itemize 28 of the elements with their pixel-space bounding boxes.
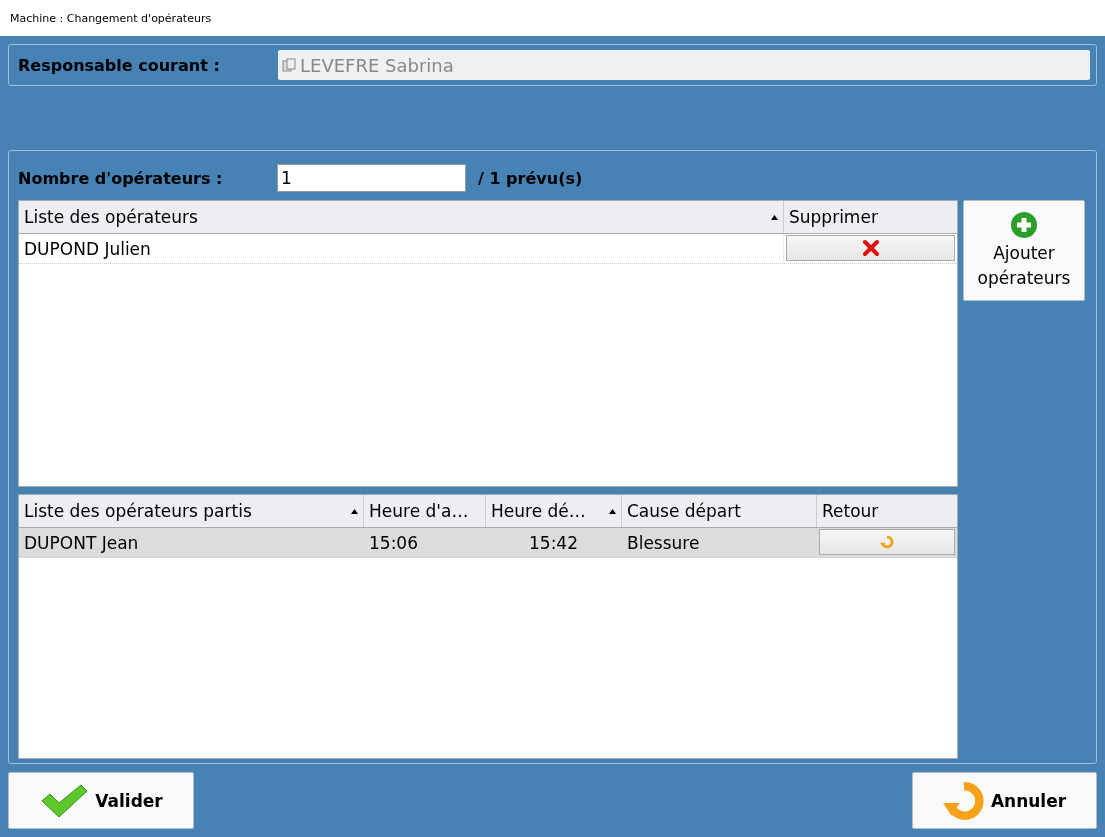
- delete-button[interactable]: [786, 235, 955, 261]
- operator-name-cell: DUPONT Jean: [19, 528, 364, 557]
- manager-field: LEVEFRE Sabrina: [278, 50, 1090, 80]
- column-header[interactable]: Heure d'a…: [364, 495, 486, 527]
- column-header[interactable]: Liste des opérateurs: [19, 201, 784, 233]
- arrival-time-cell: 15:06: [364, 528, 486, 557]
- plus-icon: [1010, 210, 1038, 239]
- operator-name-cell: DUPOND Julien: [19, 234, 784, 263]
- window-title: Machine : Changement d'opérateurs: [10, 11, 212, 25]
- return-arrow-icon: [880, 535, 894, 549]
- document-icon: [282, 58, 296, 72]
- cancel-button[interactable]: Annuler: [912, 772, 1097, 829]
- column-header[interactable]: Retour: [817, 495, 957, 527]
- delete-icon: [861, 239, 880, 257]
- planned-count: / 1 prévu(s): [478, 168, 584, 188]
- column-header[interactable]: Liste des opérateurs partis: [19, 495, 364, 527]
- column-header[interactable]: Heure dé…: [486, 495, 622, 527]
- cause-cell: Blessure: [622, 528, 817, 557]
- checkmark-icon: [39, 782, 90, 819]
- validate-button[interactable]: Valider: [8, 772, 194, 829]
- manager-label: Responsable courant :: [18, 55, 221, 75]
- column-header[interactable]: Supprimer: [784, 201, 957, 233]
- column-header[interactable]: Cause départ: [622, 495, 817, 527]
- operator-count-input[interactable]: 1: [277, 164, 466, 192]
- return-arrow-icon: [942, 779, 985, 822]
- departure-time-cell: 15:42: [486, 528, 622, 557]
- add-operators-button[interactable]: Ajouter opérateurs: [963, 200, 1085, 301]
- operator-count-label: Nombre d'opérateurs :: [18, 168, 224, 188]
